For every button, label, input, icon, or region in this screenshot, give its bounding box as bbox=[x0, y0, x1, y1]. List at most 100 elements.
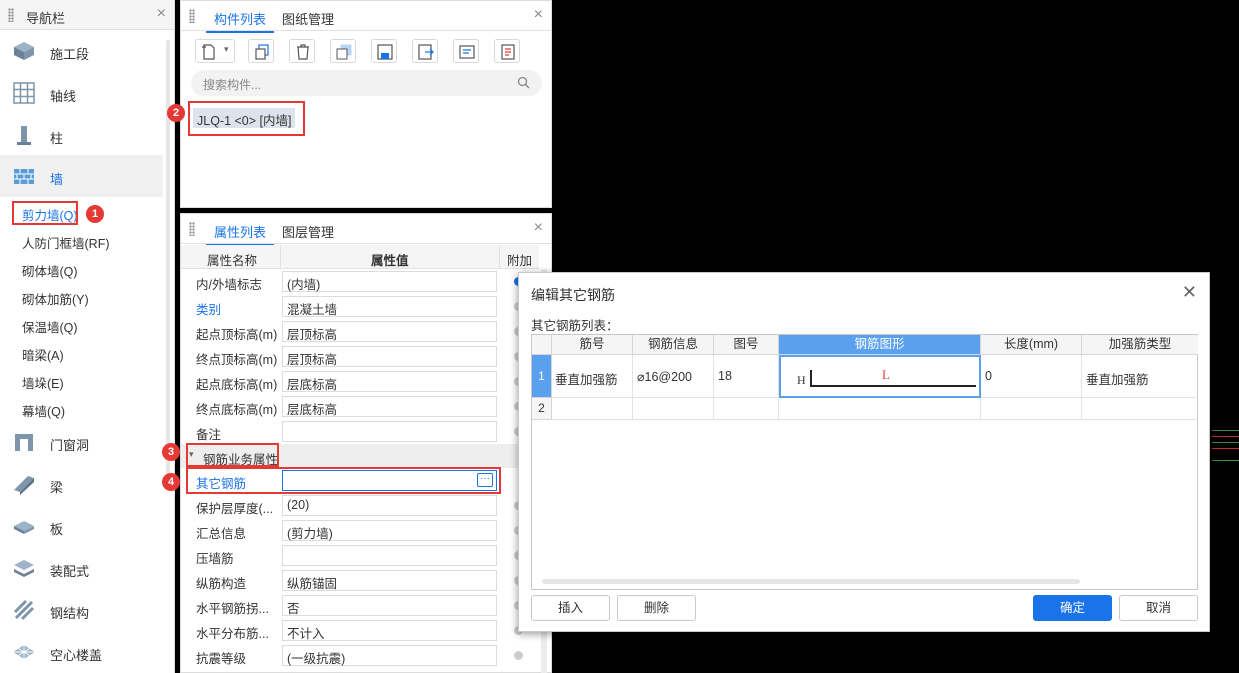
tab-property-list[interactable]: 属性列表 bbox=[205, 222, 275, 246]
cell-reinforcement-type[interactable] bbox=[1082, 398, 1198, 420]
annotation-box-other-rebar bbox=[186, 467, 501, 494]
close-icon[interactable]: ✕ bbox=[1182, 282, 1197, 303]
nav-item-label: 轴线 bbox=[50, 89, 77, 104]
delete-button[interactable] bbox=[289, 39, 315, 63]
nav-item-wall[interactable]: 墙 bbox=[0, 155, 163, 197]
drag-grip-icon[interactable] bbox=[189, 222, 195, 236]
dialog-subtitle: 其它钢筋列表： bbox=[531, 319, 619, 333]
column-header-bar-no[interactable]: 筋号 bbox=[552, 335, 633, 355]
new-component-button[interactable]: ▾ bbox=[195, 39, 235, 63]
extra-checkbox[interactable] bbox=[514, 651, 523, 660]
cell-rebar-shape[interactable] bbox=[779, 398, 981, 420]
property-row: 起点底标高(m) 层底标高 bbox=[181, 369, 539, 394]
property-value[interactable]: (剪力墙) bbox=[282, 520, 497, 541]
sub-item-insulation-wall[interactable]: 保温墙(Q) bbox=[22, 317, 78, 336]
nav-item-label: 板 bbox=[50, 522, 64, 537]
property-value[interactable]: 否 bbox=[282, 595, 497, 616]
sub-item-hidden-beam[interactable]: 暗梁(A) bbox=[22, 345, 64, 364]
nav-item-steel-structure[interactable]: 钢结构 bbox=[0, 589, 163, 631]
sub-item-masonry-wall[interactable]: 砌体墙(Q) bbox=[22, 261, 78, 280]
property-value[interactable] bbox=[282, 421, 497, 442]
property-row: 备注 bbox=[181, 419, 539, 444]
sub-item-curtain-wall[interactable]: 幕墙(Q) bbox=[22, 401, 65, 420]
drag-grip-icon[interactable] bbox=[8, 8, 14, 22]
tab-drawing-management[interactable]: 图纸管理 bbox=[282, 9, 334, 28]
insert-button[interactable]: 插入 bbox=[531, 595, 610, 621]
copy-to-floor-button[interactable] bbox=[330, 39, 356, 63]
copy-button[interactable] bbox=[248, 39, 274, 63]
nav-item-column[interactable]: 柱 bbox=[0, 114, 163, 156]
property-value[interactable]: 纵筋锚固 bbox=[282, 570, 497, 591]
slab-icon bbox=[14, 521, 34, 534]
nav-item-door-window[interactable]: 门窗洞 bbox=[0, 421, 163, 463]
sub-item-wall-pier[interactable]: 墙垛(E) bbox=[22, 373, 64, 392]
property-value[interactable] bbox=[282, 545, 497, 566]
column-header-reinforcement-type[interactable]: 加强筋类型 bbox=[1082, 335, 1198, 355]
annotation-badge-1: 1 bbox=[86, 205, 104, 223]
search-icon bbox=[517, 76, 530, 89]
column-header-length[interactable]: 长度(mm) bbox=[981, 335, 1082, 355]
drag-grip-icon[interactable] bbox=[189, 9, 195, 23]
search-input[interactable]: 搜索构件... bbox=[191, 70, 542, 96]
cell-reinforcement-type[interactable]: 垂直加强筋 bbox=[1082, 355, 1198, 398]
header-property-name: 属性名称 bbox=[181, 245, 281, 269]
column-header-rebar-shape[interactable]: 钢筋图形 bbox=[779, 335, 981, 355]
cell-length[interactable] bbox=[981, 398, 1082, 420]
property-value[interactable]: (内墙) bbox=[282, 271, 497, 292]
cell-rebar-info[interactable]: ⌀16@200 bbox=[633, 355, 714, 398]
sub-item-civil-defense-door-wall[interactable]: 人防门框墙(RF) bbox=[22, 233, 110, 252]
tab-layer-management[interactable]: 图层管理 bbox=[282, 222, 334, 241]
nav-item-label: 钢结构 bbox=[50, 606, 90, 621]
property-value[interactable]: 层底标高 bbox=[282, 396, 497, 417]
nav-title: 导航栏 bbox=[26, 11, 66, 26]
dialog-title: 编辑其它钢筋 bbox=[531, 287, 615, 303]
import-button[interactable] bbox=[412, 39, 438, 63]
property-value[interactable]: (20) bbox=[282, 495, 497, 516]
properties-button[interactable] bbox=[453, 39, 479, 63]
property-row: 抗震等级 (一级抗震) bbox=[181, 643, 539, 668]
cell-figure-no[interactable] bbox=[714, 398, 779, 420]
nav-item-prefab[interactable]: 装配式 bbox=[0, 547, 163, 589]
cell-bar-no[interactable]: 垂直加强筋 bbox=[552, 355, 633, 398]
tab-component-list[interactable]: 构件列表 bbox=[205, 9, 275, 33]
cell-length[interactable]: 0 bbox=[981, 355, 1082, 398]
construction-section-icon bbox=[14, 42, 34, 60]
nav-item-beam[interactable]: 梁 bbox=[0, 463, 163, 505]
report-button[interactable] bbox=[494, 39, 520, 63]
property-value[interactable]: 层顶标高 bbox=[282, 321, 497, 342]
close-icon[interactable]: × bbox=[534, 6, 543, 24]
cancel-button[interactable]: 取消 bbox=[1119, 595, 1198, 621]
property-value[interactable]: 不计入 bbox=[282, 620, 497, 641]
grid-horizontal-scrollbar[interactable] bbox=[542, 579, 1080, 584]
nav-item-axis[interactable]: 轴线 bbox=[0, 72, 163, 114]
report-icon bbox=[501, 44, 515, 60]
property-value[interactable]: 混凝土墙 bbox=[282, 296, 497, 317]
edit-other-rebar-dialog: 编辑其它钢筋 ✕ 其它钢筋列表： 筋号 钢筋信息 图号 钢筋图形 长度(mm) … bbox=[518, 272, 1210, 632]
header-extra: 附加 bbox=[500, 245, 539, 269]
close-icon[interactable]: × bbox=[534, 219, 543, 237]
nav-item-construction-section[interactable]: 施工段 bbox=[0, 30, 163, 72]
property-value[interactable]: (一级抗震) bbox=[282, 645, 497, 666]
save-button[interactable] bbox=[371, 39, 397, 63]
property-row: 水平钢筋拐... 否 bbox=[181, 593, 539, 618]
delete-button[interactable]: 删除 bbox=[617, 595, 696, 621]
row-number[interactable]: 1 bbox=[532, 355, 552, 398]
nav-item-label: 梁 bbox=[50, 480, 64, 495]
cell-bar-no[interactable] bbox=[552, 398, 633, 420]
nav-item-hollow-floor[interactable]: 空心楼盖 bbox=[0, 631, 163, 673]
row-number[interactable]: 2 bbox=[532, 398, 552, 420]
column-header-rebar-info[interactable]: 钢筋信息 bbox=[633, 335, 714, 355]
property-value[interactable]: 层顶标高 bbox=[282, 346, 497, 367]
ok-button[interactable]: 确定 bbox=[1033, 595, 1112, 621]
close-icon[interactable]: × bbox=[157, 5, 166, 23]
column-header-figure-no[interactable]: 图号 bbox=[714, 335, 779, 355]
sub-item-masonry-reinforcement[interactable]: 砌体加筋(Y) bbox=[22, 289, 89, 308]
property-value[interactable]: 层底标高 bbox=[282, 371, 497, 392]
cell-rebar-shape[interactable]: H L bbox=[779, 355, 981, 398]
list-icon bbox=[459, 45, 475, 59]
nav-item-slab[interactable]: 板 bbox=[0, 505, 163, 547]
grid-corner bbox=[532, 335, 552, 355]
cell-figure-no[interactable]: 18 bbox=[714, 355, 779, 398]
property-row: 终点顶标高(m) 层顶标高 bbox=[181, 344, 539, 369]
cell-rebar-info[interactable] bbox=[633, 398, 714, 420]
